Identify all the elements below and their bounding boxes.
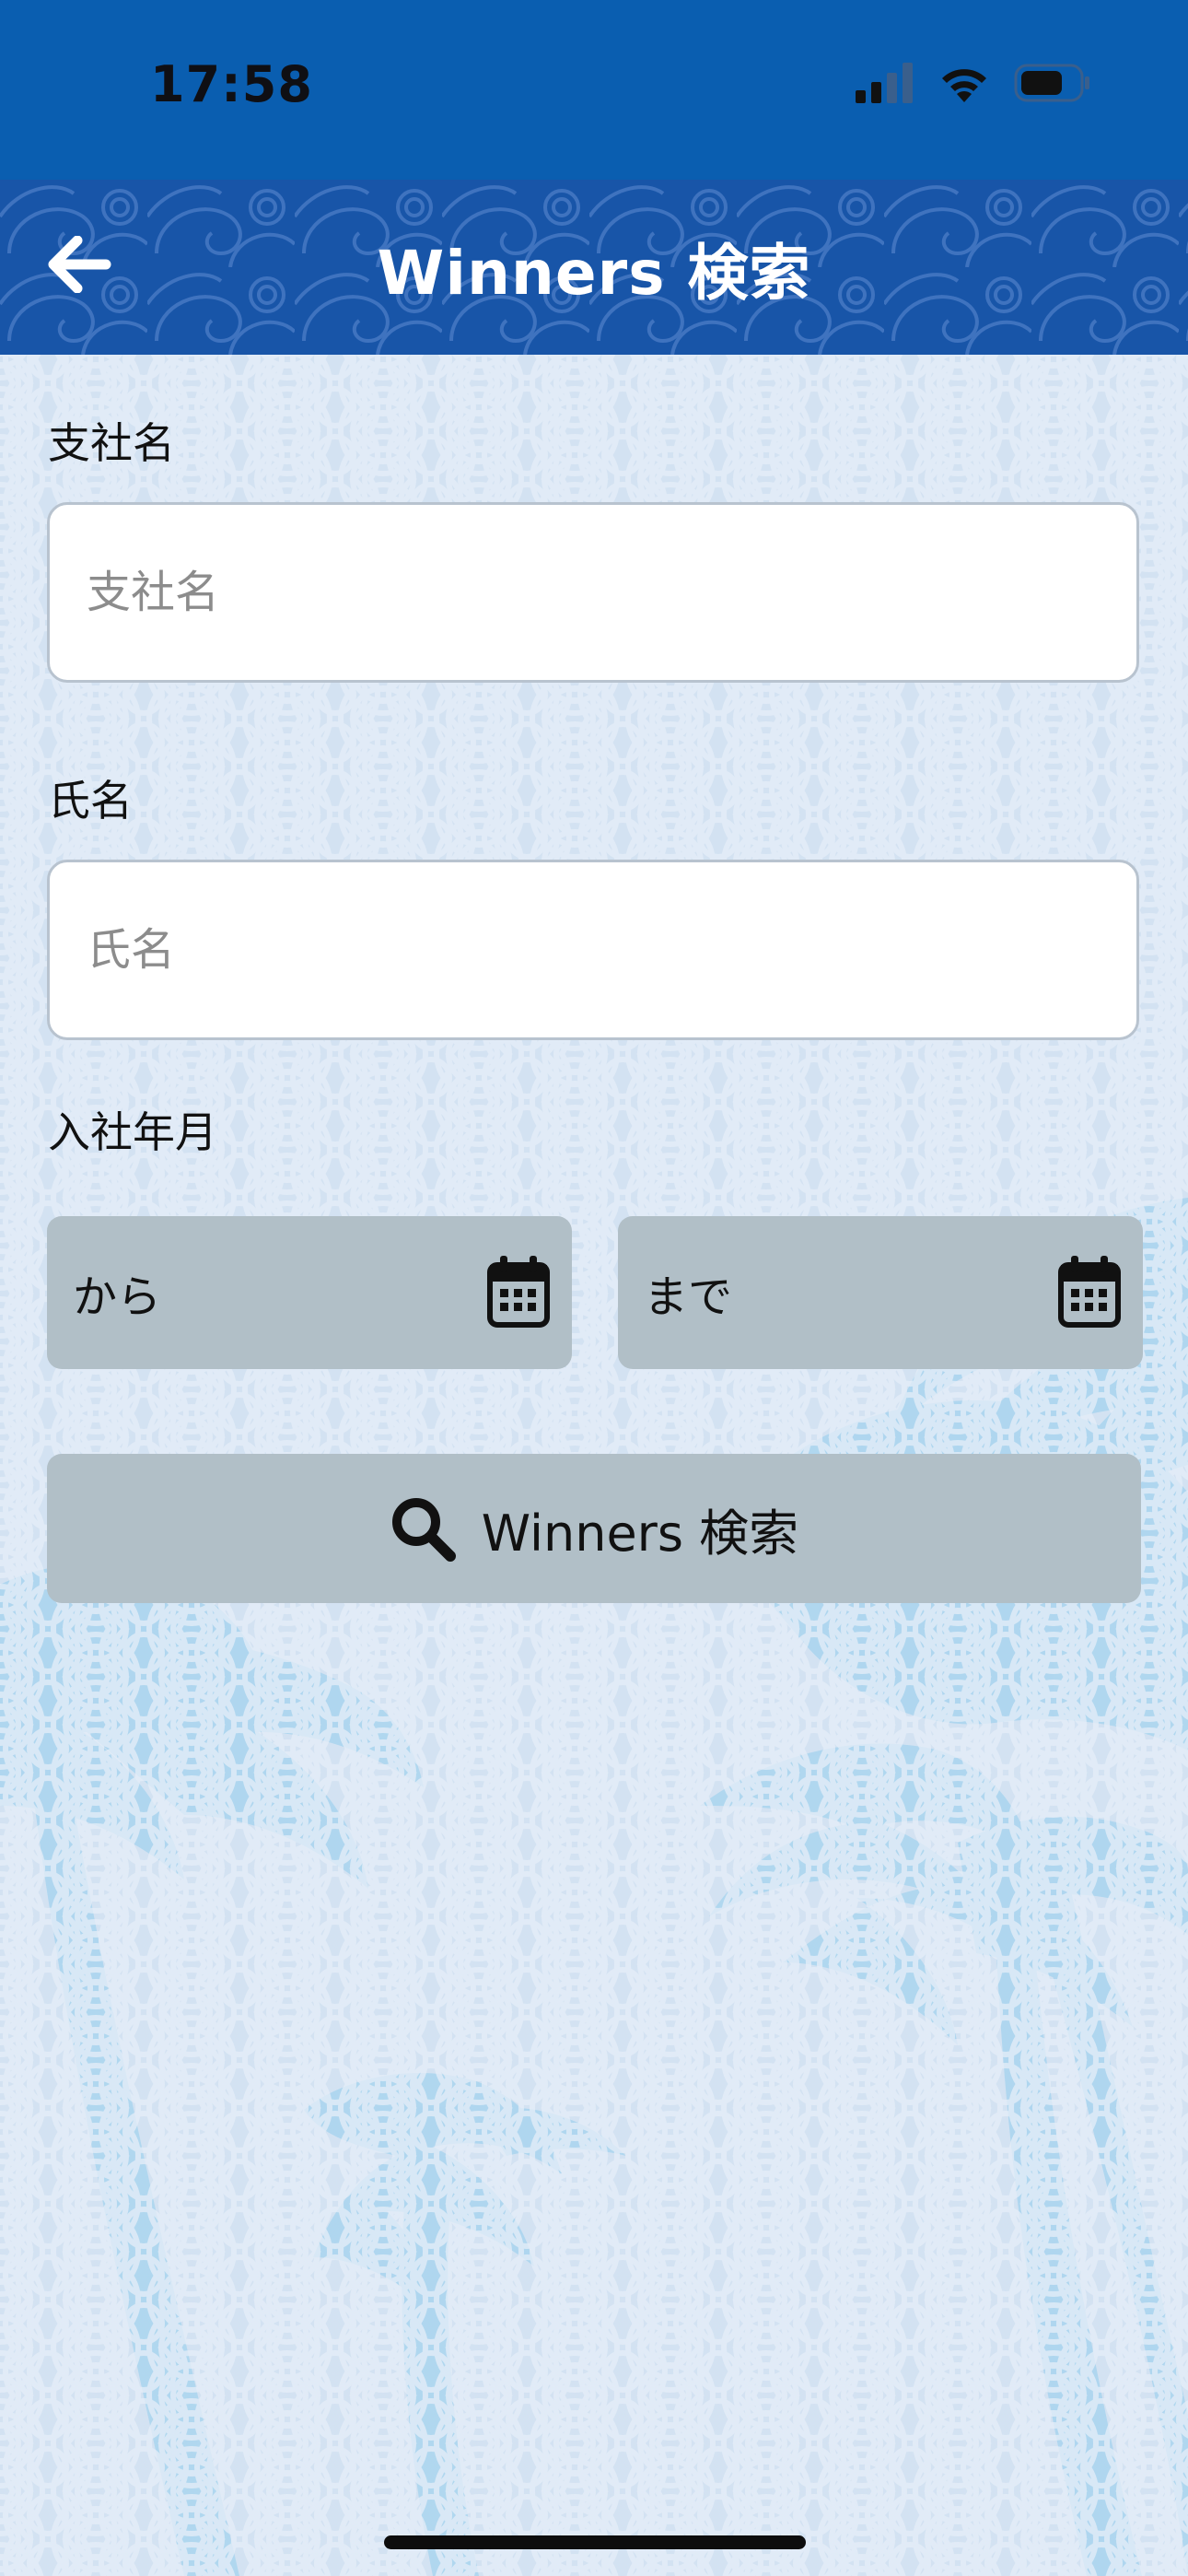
battery-icon	[1014, 64, 1089, 102]
join-date-from-picker[interactable]: から	[47, 1216, 572, 1369]
name-input[interactable]	[47, 860, 1139, 1040]
winners-search-button[interactable]: Winners 検索	[47, 1454, 1141, 1603]
status-bar: 17:58	[0, 0, 1188, 180]
search-button-label: Winners 検索	[481, 1504, 799, 1563]
home-indicator[interactable]	[384, 2535, 806, 2549]
name-label: 氏名	[48, 776, 133, 825]
join-date-to-picker[interactable]: まで	[618, 1216, 1143, 1369]
wifi-icon	[942, 69, 986, 102]
nav-bar: Winners 検索	[0, 180, 1188, 355]
join-date-to-text: まで	[644, 1271, 733, 1323]
calendar-icon	[487, 1256, 550, 1328]
search-icon	[391, 1498, 456, 1562]
branch-label: 支社名	[48, 418, 175, 468]
status-time: 17:58	[150, 55, 313, 113]
branch-input[interactable]	[47, 502, 1139, 683]
status-icons	[856, 63, 1091, 103]
calendar-icon	[1058, 1256, 1121, 1328]
join-date-label: 入社年月	[48, 1107, 217, 1157]
page-title: Winners 検索	[377, 238, 811, 309]
join-date-from-text: から	[73, 1271, 162, 1323]
cellular-signal-icon	[856, 63, 913, 103]
